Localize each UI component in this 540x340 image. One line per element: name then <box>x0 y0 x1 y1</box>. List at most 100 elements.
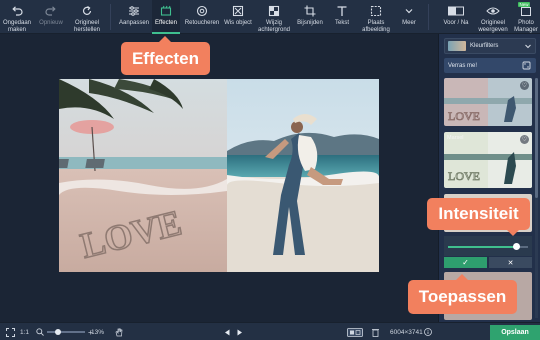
previous-image-icon[interactable] <box>224 323 231 340</box>
info-icon[interactable] <box>424 323 432 340</box>
toolbar-divider <box>428 4 429 30</box>
zoom-control: + <box>36 323 93 340</box>
actual-size-label[interactable]: 1:1 <box>20 323 29 340</box>
apply-callout-text: Toepassen <box>418 287 507 306</box>
filter-category-select[interactable]: Kleurfilters <box>444 38 536 54</box>
zoom-slider-handle[interactable] <box>54 328 61 335</box>
filter-category-label: Kleurfilters <box>470 43 499 49</box>
panel-scrollbar[interactable] <box>535 78 538 318</box>
toolbar-divider <box>110 4 111 30</box>
more-button[interactable]: Meer <box>396 0 422 34</box>
adjust-label: Aanpassen <box>118 20 150 26</box>
redo-label: Opnieuw <box>39 20 63 26</box>
crop-label: Bijsnijden <box>297 20 323 26</box>
effects-callout: Effecten <box>121 36 210 75</box>
effects-panel: Kleurfilters Verras me! LOVE ♡ LOVE Mars… <box>438 34 540 322</box>
crop-icon <box>304 3 316 19</box>
eraser-icon <box>232 3 244 19</box>
show-original-label: Origineel weergeven <box>478 20 508 33</box>
canvas-area: LOVE Effecten <box>0 34 438 322</box>
compare-icon[interactable] <box>347 323 363 340</box>
intensity-callout: Intensiteit <box>427 198 530 236</box>
effects-label: Effecten <box>155 20 177 26</box>
zoom-icon <box>36 328 44 336</box>
text-label: Tekst <box>334 20 349 26</box>
before-after-icon <box>448 3 464 19</box>
adjust-button[interactable]: Aanpassen <box>116 0 152 34</box>
retouch-button[interactable]: Retoucheren <box>182 0 222 34</box>
undo-icon <box>11 3 23 19</box>
close-icon: ✕ <box>507 259 514 267</box>
next-image-icon[interactable] <box>236 323 243 340</box>
filter-tile[interactable]: LOVE Marsel ♡ <box>444 132 532 188</box>
fit-to-screen-icon[interactable] <box>6 323 15 340</box>
cancel-button[interactable]: ✕ <box>489 257 532 268</box>
callout-pointer <box>456 274 468 280</box>
photo-manager-icon: New <box>518 2 532 19</box>
toolbar: Ongedaan maken Opnieuw Origineel herstel… <box>0 0 540 34</box>
apply-callout: Toepassen <box>408 274 517 314</box>
new-badge: New <box>518 2 531 7</box>
photo-manager-button[interactable]: New Photo Manager <box>512 0 540 34</box>
trash-icon[interactable] <box>372 323 379 340</box>
effects-button[interactable]: Effecten <box>152 0 180 34</box>
filter-thumbnail: LOVE <box>444 78 532 126</box>
retouch-label: Retoucheren <box>184 20 220 26</box>
redo-button[interactable]: Opnieuw <box>36 0 66 34</box>
effects-callout-text: Effecten <box>131 48 200 68</box>
hand-tool-icon[interactable] <box>115 323 123 340</box>
check-icon: ✓ <box>462 258 469 267</box>
reset-label: Origineel herstellen <box>73 20 100 33</box>
filter-tile[interactable]: LOVE ♡ <box>444 78 532 126</box>
redo-icon <box>45 3 57 19</box>
filter-category-thumbnail <box>448 41 466 51</box>
crop-button[interactable]: Bijsnijden <box>294 0 326 34</box>
before-after-label: Voor / Na <box>443 20 469 26</box>
reset-icon <box>81 3 93 19</box>
intensity-slider[interactable] <box>444 236 532 256</box>
reset-button[interactable]: Origineel herstellen <box>70 0 104 34</box>
change-background-button[interactable]: Wijzig achtergrond <box>256 0 292 34</box>
background-icon <box>268 3 280 19</box>
intensity-callout-text: Intensiteit <box>438 204 519 223</box>
callout-pointer <box>507 230 519 236</box>
undo-button[interactable]: Ongedaan maken <box>2 0 32 34</box>
favorite-heart-icon[interactable]: ♡ <box>520 81 529 90</box>
svg-text:LOVE: LOVE <box>448 169 480 183</box>
change-background-label: Wijzig achtergrond <box>257 20 291 33</box>
remove-object-label: Wis object <box>224 20 252 26</box>
intensity-slider-fill <box>448 246 517 248</box>
filter-name: Marsel <box>447 135 464 141</box>
apply-button[interactable]: ✓ <box>444 257 487 268</box>
eye-icon <box>486 3 500 19</box>
text-button[interactable]: Tekst <box>328 0 356 34</box>
save-button[interactable]: Opslaan <box>490 325 540 340</box>
surprise-me-button[interactable]: Verras me! <box>444 58 536 73</box>
zoom-percent: 13% <box>91 328 105 336</box>
zoom-slider[interactable] <box>47 328 85 335</box>
before-after-button[interactable]: Voor / Na <box>438 0 474 34</box>
chevron-down-icon <box>525 44 531 49</box>
panel-scrollbar-thumb[interactable] <box>535 78 538 198</box>
sliders-icon <box>128 3 140 19</box>
callout-pointer <box>159 36 171 42</box>
dice-icon <box>522 61 531 70</box>
status-bar: 1:1 + 13% 6004×3741 <box>0 322 540 340</box>
svg-text:LOVE: LOVE <box>448 109 480 123</box>
insert-image-icon <box>370 3 382 19</box>
text-icon <box>336 3 348 19</box>
insert-image-label: Plaats afbeelding <box>362 20 390 33</box>
retouch-icon <box>196 3 208 19</box>
effects-icon <box>160 3 172 19</box>
surprise-me-label: Verras me! <box>448 62 478 69</box>
insert-image-button[interactable]: Plaats afbeelding <box>358 0 394 34</box>
show-original-button[interactable]: Origineel weergeven <box>476 0 510 34</box>
undo-label: Ongedaan maken <box>2 20 32 33</box>
remove-object-button[interactable]: Wis object <box>222 0 254 34</box>
chevron-down-icon <box>404 3 414 19</box>
photo-manager-label: Photo Manager <box>514 20 538 33</box>
intensity-slider-track[interactable] <box>448 243 528 250</box>
favorite-heart-icon[interactable]: ♡ <box>520 135 529 144</box>
intensity-slider-handle[interactable] <box>513 243 521 250</box>
photo-preview[interactable]: LOVE <box>59 79 379 272</box>
